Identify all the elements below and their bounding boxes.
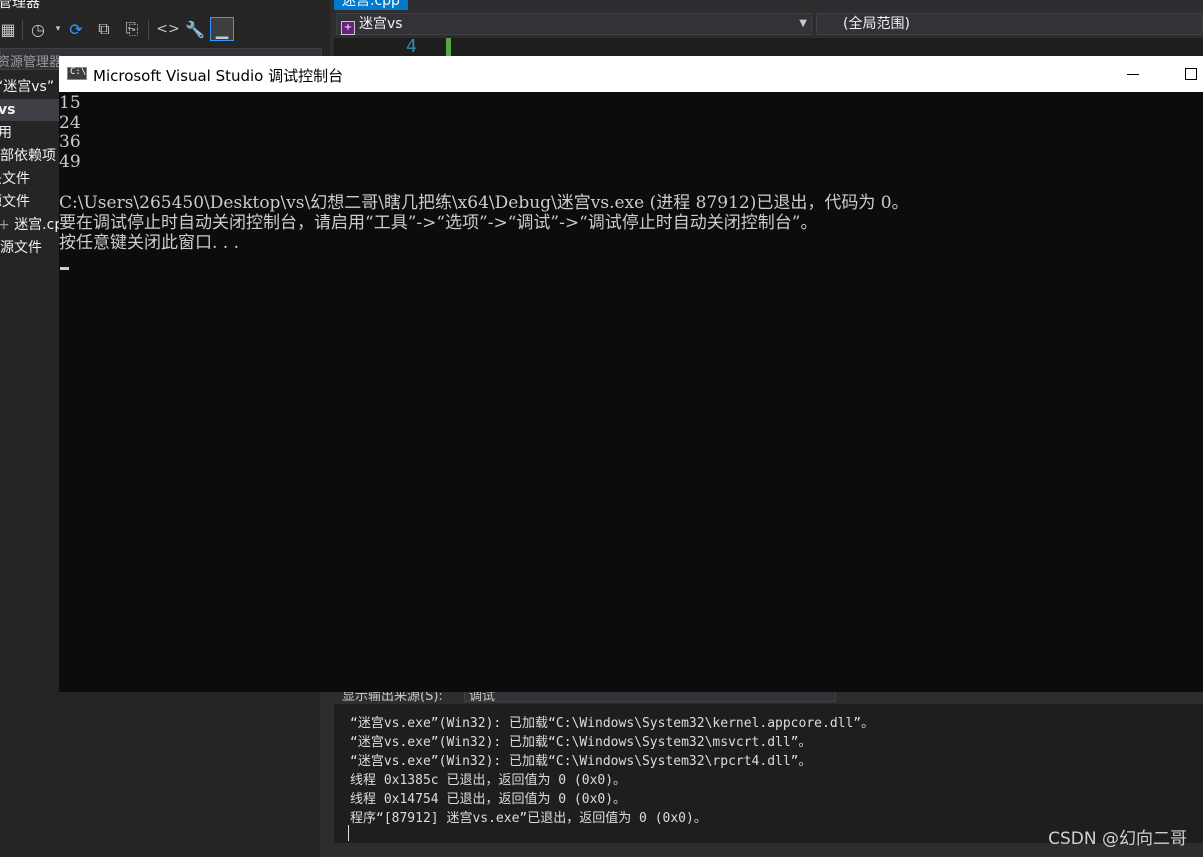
- solution-node[interactable]: “迷宫vs”: [0, 76, 54, 98]
- watermark: CSDN @幻向二哥: [1048, 829, 1187, 849]
- toolbar-separator: [148, 20, 149, 40]
- scope-dropdown-value: (全局范围): [843, 16, 910, 32]
- tab-cpp-file[interactable]: 迷宫.cpp: [334, 0, 408, 10]
- output-line: 程序“[87912] 迷宫vs.exe”已退出，返回值为 0 (0x0)。: [350, 811, 707, 826]
- minimize-button[interactable]: [1119, 62, 1149, 86]
- change-indicator: [446, 38, 451, 58]
- console-output-line: 36: [59, 132, 81, 152]
- solution-explorer-title: 管理器: [0, 0, 40, 11]
- output-line: “迷宫vs.exe”(Win32): 已加载“C:\Windows\System…: [350, 754, 812, 769]
- refresh-icon[interactable]: ⟳: [64, 17, 88, 41]
- console-app-icon: C:\: [67, 67, 87, 80]
- output-text-caret: [348, 825, 349, 841]
- wrench-icon[interactable]: 🔧: [183, 17, 207, 41]
- solution-explorer-toolbar: ▦ ◷ ▾ ⟳ ⧉ ⎘ <> 🔧 ▁: [0, 12, 330, 46]
- source-files-node[interactable]: 源文件: [0, 191, 30, 213]
- output-line: 线程 0x14754 已退出，返回值为 0 (0x0)。: [350, 792, 627, 807]
- cpp-file-icon: +: [0, 217, 10, 233]
- properties-icon[interactable]: ▦: [0, 17, 20, 41]
- external-deps-label: 外部依赖项: [0, 148, 56, 164]
- view-code-icon[interactable]: <>: [156, 17, 180, 41]
- console-titlebar[interactable]: C:\ Microsoft Visual Studio 调试控制台: [59, 56, 1203, 92]
- tab-label: 迷宫.cpp: [342, 0, 400, 9]
- solution-label: “迷宫vs”: [0, 79, 55, 95]
- collapse-all-icon[interactable]: ⧉: [92, 17, 116, 41]
- resource-files-node[interactable]: 资源文件: [0, 237, 42, 259]
- source-files-label: 源文件: [0, 194, 30, 210]
- header-files-label: 头文件: [0, 171, 30, 187]
- references-node[interactable]: 引用: [0, 122, 12, 144]
- code-editor[interactable]: 4: [334, 36, 1203, 58]
- references-label: 引用: [0, 125, 12, 141]
- chevron-down-icon: ▼: [799, 18, 807, 29]
- console-output-line: 按任意键关闭此窗口. . .: [59, 233, 240, 253]
- maximize-button[interactable]: [1177, 62, 1203, 86]
- console-icon-text: C:\: [70, 67, 87, 77]
- preview-selected-icon[interactable]: ▁: [210, 17, 234, 41]
- output-line: 线程 0x1385c 已退出，返回值为 0 (0x0)。: [350, 773, 627, 788]
- console-output-line: 要在调试停止时自动关闭控制台，请启用“工具”->“选项”->“调试”->“调试停…: [59, 213, 818, 233]
- show-all-files-icon[interactable]: ⎘: [120, 17, 144, 41]
- console-output-line: 15: [59, 93, 81, 113]
- console-title: Microsoft Visual Studio 调试控制台: [93, 67, 344, 85]
- console-output-line: 24: [59, 113, 81, 133]
- project-icon: +: [341, 21, 355, 35]
- console-cursor: [60, 267, 69, 270]
- toolbar-separator: [22, 20, 23, 40]
- header-files-node[interactable]: 头文件: [0, 168, 30, 190]
- external-deps-node[interactable]: 外部依赖项: [0, 145, 56, 167]
- console-output-line: C:\Users\265450\Desktop\vs\幻想二哥\瞎几把练\x64…: [59, 193, 909, 213]
- resource-files-label: 资源文件: [0, 240, 42, 256]
- navigation-bar: + 迷宫vs ▼ (全局范围): [334, 10, 1203, 38]
- project-dropdown[interactable]: + 迷宫vs ▼: [336, 13, 812, 35]
- project-dropdown-value: 迷宫vs: [359, 16, 403, 32]
- output-line: “迷宫vs.exe”(Win32): 已加载“C:\Windows\System…: [350, 716, 875, 731]
- scope-dropdown[interactable]: (全局范围): [816, 13, 1203, 35]
- console-output-line: 49: [59, 152, 81, 172]
- output-line: “迷宫vs.exe”(Win32): 已加载“C:\Windows\System…: [350, 735, 812, 750]
- debug-console-window[interactable]: C:\ Microsoft Visual Studio 调试控制台 15 24 …: [59, 56, 1203, 692]
- line-number: 4: [406, 36, 417, 57]
- project-label: vs: [0, 102, 16, 118]
